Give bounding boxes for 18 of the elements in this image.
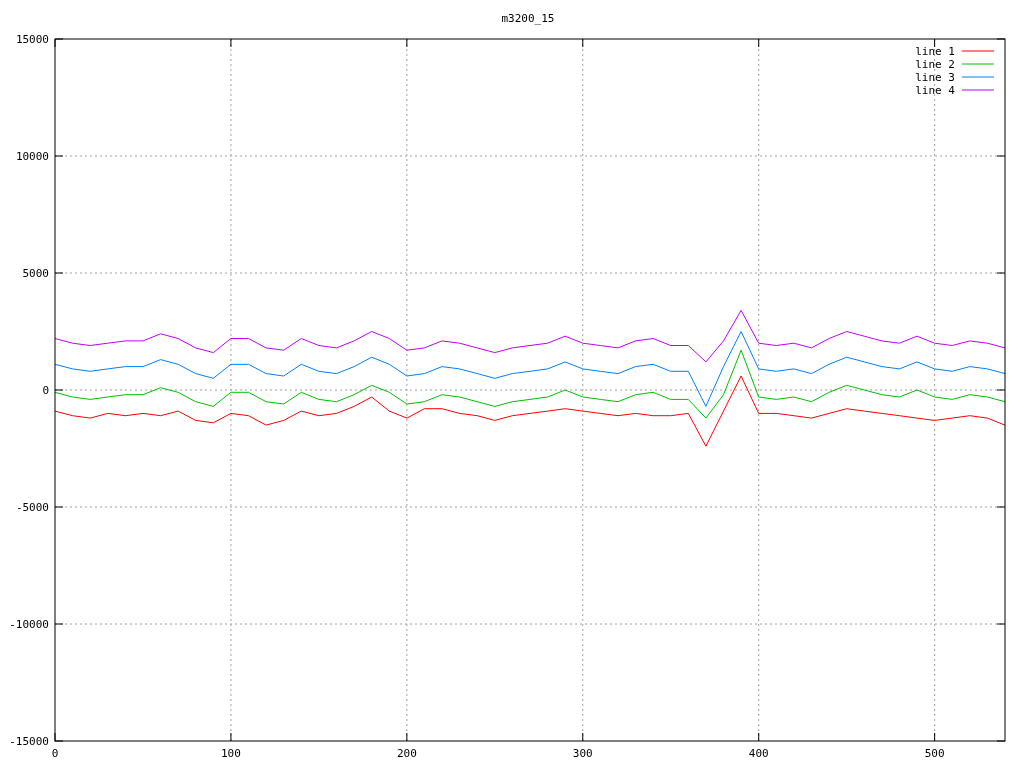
legend-label: line 1 [915,45,955,58]
tick-label: -10000 [9,618,49,631]
legend-label: line 4 [915,84,955,97]
tick-label: 0 [51,747,59,760]
tick-label: 5000 [22,267,49,280]
legend-label: line 2 [915,58,955,71]
tick-label: 500 [924,747,945,760]
tick-label: 0 [42,384,49,397]
tick-label: -5000 [15,501,49,514]
tick-label: 100 [221,747,241,760]
legend-label: line 3 [915,71,955,84]
chart-title: m3200_15 [501,12,555,25]
tick-label: 10000 [15,150,49,163]
tick-label: 400 [748,747,769,760]
tick-label: 15000 [15,33,49,46]
tick-label: 200 [396,747,417,760]
tick-label: 300 [572,747,593,760]
tick-label: -15000 [9,735,49,748]
